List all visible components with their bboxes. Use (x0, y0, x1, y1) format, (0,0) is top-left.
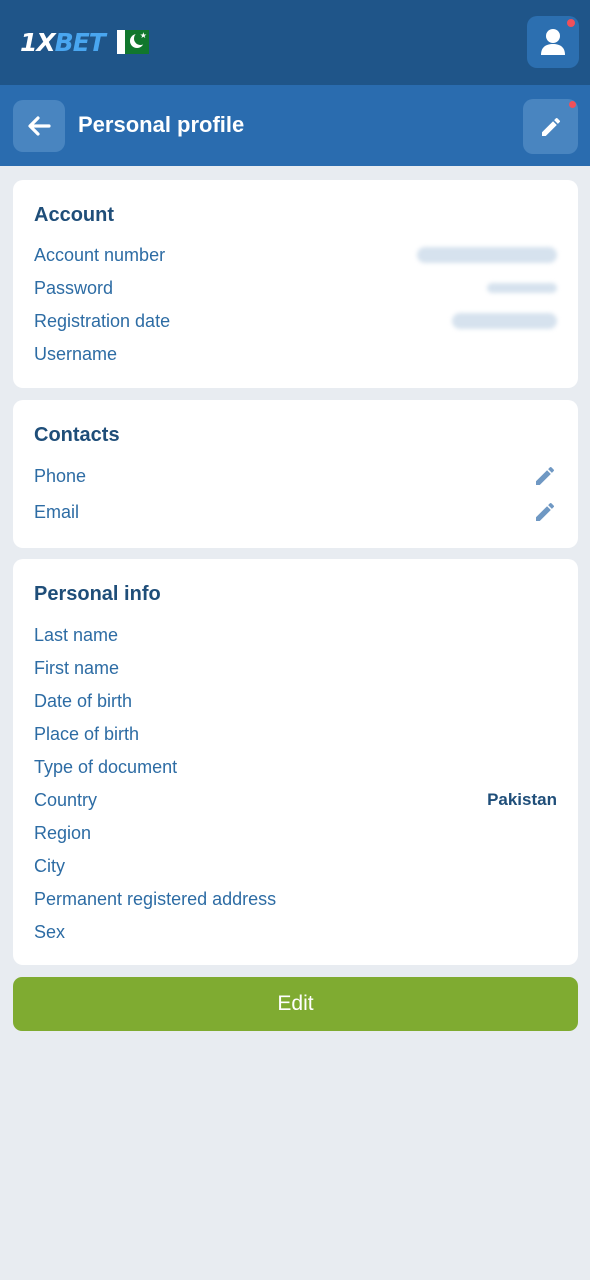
row-label: Sex (34, 922, 66, 942)
logo-bet: BET (54, 27, 106, 57)
logo-text: 1XBET (20, 27, 106, 57)
account-title: Account (34, 204, 114, 226)
pencil-icon (536, 502, 555, 521)
row-label: Email (34, 502, 80, 522)
sex-row: Sex (34, 920, 557, 944)
personal-info-title: Personal info (34, 583, 161, 605)
contacts-card: Contacts Phone Email (13, 400, 578, 548)
first-name-row: First name (34, 656, 557, 680)
row-label: Place of birth (34, 724, 140, 744)
blurred-value (452, 313, 557, 329)
row-label: Phone (34, 466, 87, 486)
row-label: City (34, 856, 65, 876)
row-label: Type of document (34, 757, 178, 777)
place-of-birth-row: Place of birth (34, 722, 557, 746)
blurred-value (487, 283, 557, 293)
title-bar: Personal profile (0, 85, 590, 166)
email-row: Email (34, 500, 557, 524)
city-row: City (34, 854, 557, 878)
edit-profile-button[interactable] (523, 99, 578, 154)
phone-row: Phone (34, 464, 557, 488)
user-icon (541, 29, 565, 55)
notification-dot (569, 101, 576, 108)
logo[interactable]: 1XBET ★ (20, 27, 149, 57)
row-label: Username (34, 344, 118, 364)
edit-phone-button[interactable] (531, 462, 559, 490)
row-label: Registration date (34, 311, 171, 331)
notification-dot (567, 19, 575, 27)
permanent-address-row: Permanent registered address (34, 887, 557, 911)
pencil-icon (536, 466, 555, 485)
pakistan-flag-icon: ★ (116, 30, 149, 54)
last-name-row: Last name (34, 623, 557, 647)
contacts-title: Contacts (34, 424, 120, 446)
registration-date-row: Registration date (34, 309, 557, 333)
country-value: Pakistan (487, 790, 557, 809)
edit-email-button[interactable] (531, 498, 559, 526)
row-label: Password (34, 278, 114, 298)
date-of-birth-row: Date of birth (34, 689, 557, 713)
pencil-icon (541, 117, 560, 136)
row-label: First name (34, 658, 120, 678)
row-label: Account number (34, 245, 166, 265)
row-label: Country (34, 790, 98, 810)
edit-button[interactable]: Edit (13, 977, 578, 1031)
country-row: Country Pakistan (34, 788, 557, 812)
top-header: 1XBET ★ (0, 0, 590, 85)
back-button[interactable] (13, 100, 65, 152)
row-label: Permanent registered address (34, 889, 277, 909)
row-label: Region (34, 823, 92, 843)
password-row: Password (34, 276, 557, 300)
username-row: Username (34, 342, 557, 366)
row-label: Date of birth (34, 691, 133, 711)
type-of-document-row: Type of document (34, 755, 557, 779)
back-arrow-icon (28, 116, 51, 136)
page-title: Personal profile (78, 112, 245, 137)
personal-info-card: Personal info Last name First name Date … (13, 559, 578, 965)
blurred-value (417, 247, 557, 263)
user-profile-button[interactable] (527, 16, 579, 68)
region-row: Region (34, 821, 557, 845)
logo-1x: 1X (20, 27, 56, 57)
account-card: Account Account number Password Registra… (13, 180, 578, 388)
account-number-row: Account number (34, 243, 557, 267)
row-label: Last name (34, 625, 119, 645)
